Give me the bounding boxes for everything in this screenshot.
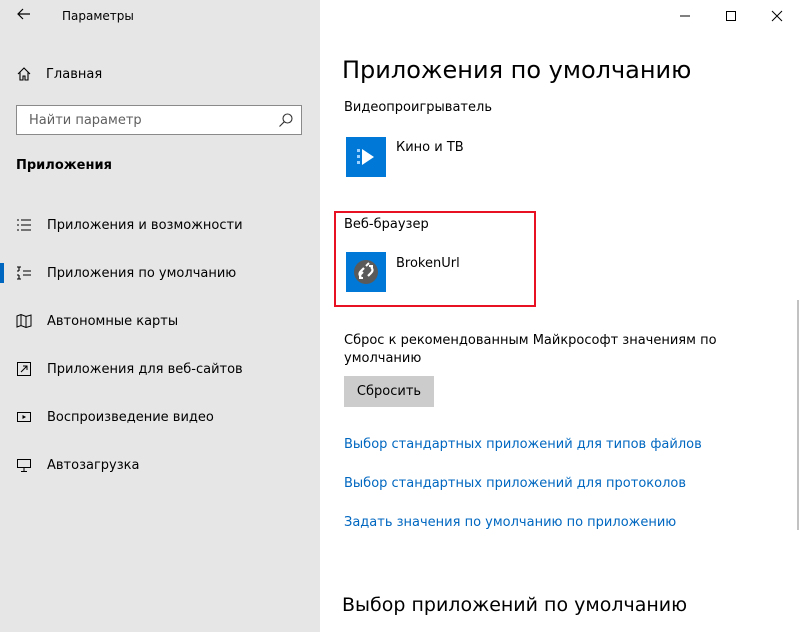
web-browser-label: Веб-браузер — [344, 217, 429, 232]
startup-icon — [17, 459, 31, 472]
sidebar-item-web-apps[interactable]: Приложения для веб-сайтов — [0, 355, 320, 383]
app-title: Параметры — [62, 9, 134, 23]
reset-description: Сброс к рекомендованным Майкрософт значе… — [344, 333, 717, 366]
default-apps-icon — [17, 266, 31, 280]
sidebar-item-startup[interactable]: Автозагрузка — [0, 451, 320, 479]
home-link[interactable]: Главная — [16, 62, 102, 86]
sidebar-item-label: Приложения по умолчанию — [47, 265, 237, 281]
search-box[interactable] — [16, 105, 302, 135]
sidebar-item-label: Воспроизведение видео — [47, 409, 214, 425]
sidebar: Параметры Главная Приложения Приложения … — [0, 0, 320, 632]
video-player-app-name: Кино и ТВ — [396, 140, 464, 155]
video-icon — [17, 412, 31, 422]
link-by-app[interactable]: Задать значения по умолчанию по приложен… — [344, 515, 676, 530]
home-icon — [17, 67, 31, 81]
broken-link-icon — [346, 252, 386, 292]
page-title: Приложения по умолчанию — [342, 56, 692, 84]
search-input[interactable] — [27, 106, 271, 134]
search-icon[interactable] — [277, 111, 295, 129]
film-tv-icon — [346, 137, 386, 177]
close-icon[interactable] — [754, 0, 800, 32]
sidebar-item-offline-maps[interactable]: Автономные карты — [0, 307, 320, 335]
home-label: Главная — [46, 66, 103, 82]
sidebar-item-video-playback[interactable]: Воспроизведение видео — [0, 403, 320, 431]
link-protocols[interactable]: Выбор стандартных приложений для протоко… — [344, 476, 686, 491]
section-title: Приложения — [16, 158, 112, 173]
sidebar-item-label: Приложения и возможности — [47, 217, 243, 233]
title-bar: Параметры — [0, 0, 320, 32]
sidebar-item-label: Автозагрузка — [47, 457, 140, 473]
reset-button[interactable]: Сбросить — [344, 376, 434, 407]
list-icon — [17, 219, 31, 231]
main-pane — [320, 0, 800, 632]
sidebar-item-label: Приложения для веб-сайтов — [47, 361, 243, 377]
sidebar-item-label: Автономные карты — [47, 313, 179, 329]
sidebar-item-apps-features[interactable]: Приложения и возможности — [0, 211, 320, 239]
web-browser-app-name: BrokenUrl — [396, 256, 460, 271]
maximize-icon[interactable] — [708, 0, 754, 32]
video-player-label: Видеопроигрыватель — [344, 100, 492, 115]
minimize-icon[interactable] — [662, 0, 708, 32]
sidebar-item-default-apps[interactable]: Приложения по умолчанию — [0, 259, 320, 287]
section2-title: Выбор приложений по умолчанию — [342, 594, 688, 616]
scrollbar[interactable] — [797, 300, 799, 530]
link-file-types[interactable]: Выбор стандартных приложений для типов ф… — [344, 437, 702, 452]
back-arrow-icon[interactable] — [14, 6, 34, 26]
web-app-icon — [17, 362, 31, 376]
map-icon — [16, 313, 32, 329]
